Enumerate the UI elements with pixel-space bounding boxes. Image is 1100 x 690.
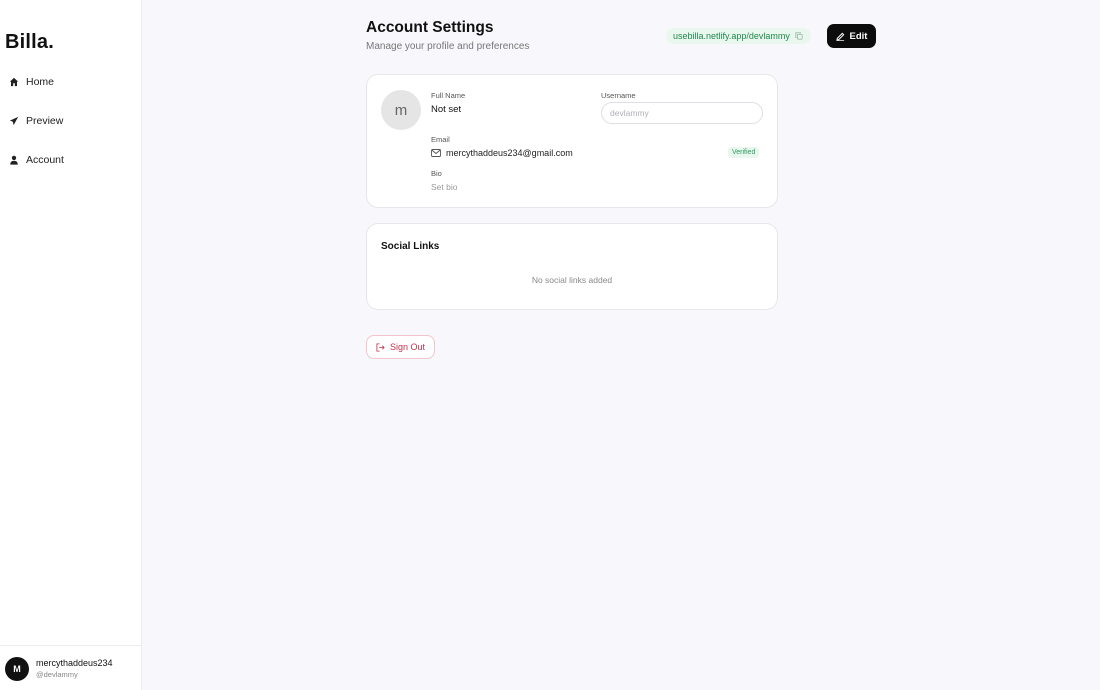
- bio-label: Bio: [431, 169, 442, 178]
- app-logo: Billa.: [5, 31, 54, 53]
- username-label: Username: [601, 91, 636, 100]
- username-input[interactable]: [601, 102, 763, 124]
- sign-out-label: Sign Out: [389, 342, 426, 352]
- avatar: M: [5, 657, 29, 681]
- home-icon: [9, 77, 19, 87]
- sidebar-item-preview[interactable]: Preview: [9, 115, 63, 127]
- sidebar-item-label: Account: [26, 154, 64, 166]
- email-value: mercythaddeus234@gmail.com: [446, 148, 573, 158]
- page-title: Account Settings: [366, 19, 494, 36]
- edit-button[interactable]: Edit: [827, 24, 876, 48]
- profile-url: usebilla.netlify.app/devlammy: [673, 31, 790, 41]
- sidebar-item-home[interactable]: Home: [9, 76, 54, 88]
- sidebar-user-profile[interactable]: M mercythaddeus234 @devlammy: [0, 645, 142, 690]
- copy-icon[interactable]: [795, 32, 803, 40]
- verified-badge: Verified: [728, 147, 760, 158]
- user-name: mercythaddeus234: [36, 658, 113, 668]
- user-handle: @devlammy: [36, 670, 78, 679]
- sidebar-item-label: Preview: [26, 115, 64, 127]
- pencil-icon: [835, 32, 844, 41]
- social-links-title: Social Links: [381, 241, 440, 252]
- social-links-empty: No social links added: [531, 275, 613, 285]
- mail-icon: [431, 149, 441, 157]
- profile-card: m Full Name Not set Username Email mercy…: [366, 74, 778, 208]
- sidebar: Billa. Home Preview Account M mercythadd…: [0, 0, 142, 690]
- sign-out-button[interactable]: Sign Out: [366, 335, 435, 359]
- user-icon: [10, 155, 18, 165]
- sidebar-item-account[interactable]: Account: [9, 154, 64, 166]
- profile-url-badge[interactable]: usebilla.netlify.app/devlammy: [666, 28, 811, 44]
- sidebar-item-label: Home: [26, 76, 55, 88]
- email-label: Email: [431, 135, 450, 144]
- bio-value[interactable]: Set bio: [431, 182, 457, 192]
- send-icon: [9, 116, 19, 126]
- full-name-label: Full Name: [431, 91, 466, 100]
- email-row: mercythaddeus234@gmail.com: [431, 148, 573, 158]
- social-links-card: Social Links No social links added: [366, 223, 778, 310]
- logout-icon: [376, 342, 385, 352]
- full-name-value: Not set: [431, 104, 462, 115]
- page-subtitle: Manage your profile and preferences: [366, 41, 530, 52]
- avatar[interactable]: m: [381, 90, 421, 130]
- edit-button-label: Edit: [849, 30, 868, 42]
